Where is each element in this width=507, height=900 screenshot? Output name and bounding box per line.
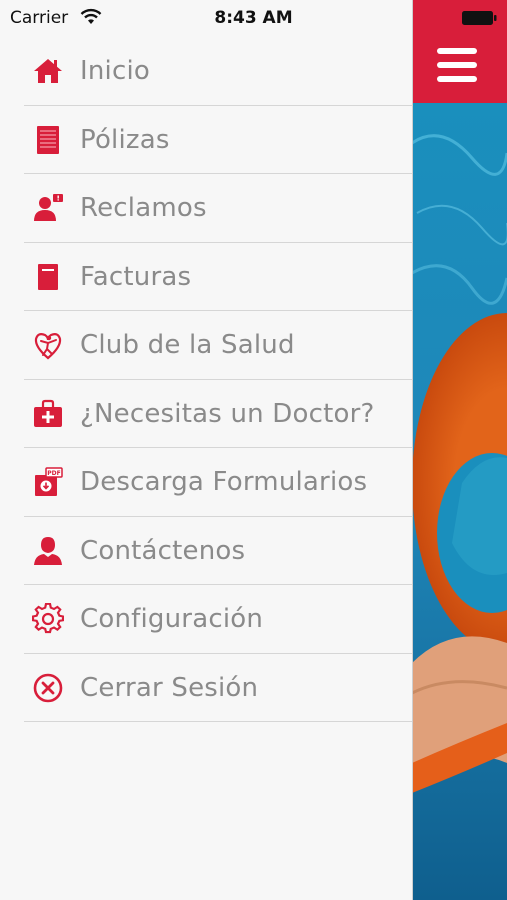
menu-item-contactenos[interactable]: Contáctenos [0,517,412,586]
close-circle-icon [30,670,66,706]
menu-item-label: Descarga Formularios [80,467,368,498]
medical-bag-icon [30,396,66,432]
svg-text:PDF: PDF [47,470,60,477]
menu-item-label: Cerrar Sesión [80,672,259,703]
menu-item-label: Pólizas [80,124,170,155]
menu-item-inicio[interactable]: Inicio [0,37,412,106]
gear-icon [30,601,66,637]
menu-item-facturas[interactable]: Facturas [0,243,412,312]
menu-item-polizas[interactable]: Pólizas [0,106,412,175]
menu-toggle-button[interactable] [437,48,477,82]
contact-person-icon [30,533,66,569]
menu-item-label: Club de la Salud [80,330,295,361]
main-content-peek [412,0,507,900]
pdf-download-icon: PDF [30,464,66,500]
menu-item-necesitas-doctor[interactable]: ¿Necesitas un Doctor? [0,380,412,449]
menu-item-cerrar-sesion[interactable]: Cerrar Sesión [0,654,412,723]
claims-person-icon [30,190,66,226]
hero-pool-image [412,103,507,900]
menu-item-reclamos[interactable]: Reclamos [0,174,412,243]
clock-time: 8:43 AM [214,8,293,28]
menu-item-club-salud[interactable]: Club de la Salud [0,311,412,380]
menu-item-label: ¿Necesitas un Doctor? [80,398,375,429]
menu-item-configuracion[interactable]: Configuración [0,585,412,654]
menu-item-descarga-formularios[interactable]: PDF Descarga Formularios [0,448,412,517]
menu-list: Inicio Pólizas Reclamos Facturas Club de… [0,37,412,722]
menu-item-label: Contáctenos [80,535,246,566]
status-bar: Carrier 8:43 AM [0,0,507,36]
menu-item-label: Reclamos [80,193,207,224]
health-club-icon [30,327,66,363]
policy-book-icon [30,122,66,158]
side-menu-drawer: Inicio Pólizas Reclamos Facturas Club de… [0,0,413,900]
app-screen: Carrier 8:43 AM Inicio Pólizas Reclamos … [0,0,507,900]
menu-item-label: Inicio [80,56,150,87]
invoice-icon [30,259,66,295]
menu-item-label: Facturas [80,261,192,292]
home-icon [30,53,66,89]
battery-icon [462,11,497,25]
menu-item-label: Configuración [80,604,264,635]
